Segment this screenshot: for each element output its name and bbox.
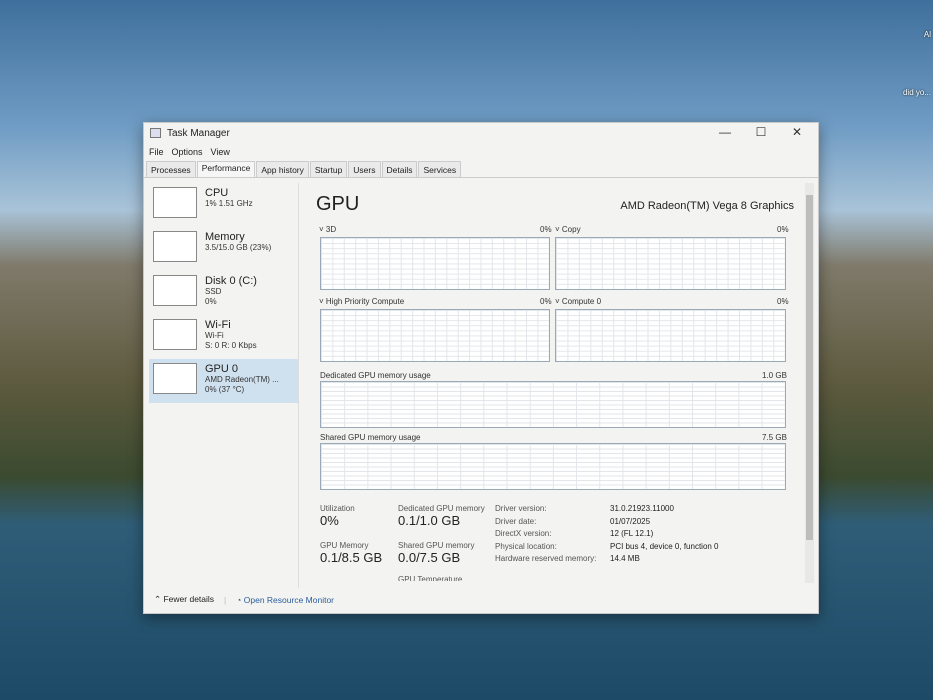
close-button[interactable]: ✕ [782,125,812,139]
stat-gpu-temperature: GPU Temperature [398,575,463,581]
stat-gpu-memory: GPU Memory 0.1/8.5 GB [320,541,383,565]
fewer-details-button[interactable]: ⌃ Fewer details [154,594,214,605]
graph-shared-memory [320,443,786,490]
scrollbar-thumb[interactable] [806,195,813,540]
maximize-button[interactable]: ☐ [746,125,776,139]
stat-utilization: Utilization 0% [320,504,355,528]
graph-dedicated-memory [320,381,786,428]
item-title: Memory [205,231,245,243]
desktop-icon[interactable]: did yo... [903,88,931,97]
graph-copy [555,237,786,290]
scrollbar[interactable] [805,183,814,583]
item-detail: 3.5/15.0 GB (23%) [205,243,272,252]
footer: ⌃ Fewer details | ◔ Open Resource Monito… [154,594,335,605]
resource-list: CPU 1% 1.51 GHz Memory 3.5/15.0 GB (23%) D… [149,183,299,588]
item-title: Wi-Fi [205,319,231,331]
item-detail: 1% 1.51 GHz [205,199,253,208]
graph-high-priority-compute [320,309,550,362]
graph-value-compute: 0% [777,297,789,306]
tab-services[interactable]: Services [418,161,462,177]
tab-details[interactable]: Details [381,161,418,177]
memory-thumbnail-graph [153,231,197,262]
tab-startup[interactable]: Startup [309,161,348,177]
stat-dedicated-memory: Dedicated GPU memory 0.1/1.0 GB [398,504,485,528]
sidebar-item-cpu[interactable]: CPU 1% 1.51 GHz [149,183,298,227]
item-title: Disk 0 (C:) [205,275,257,287]
item-detail: 0% (37 °C) [205,385,245,394]
window-title: Task Manager [167,127,230,139]
sidebar-item-wifi[interactable]: Wi-Fi Wi-Fi S: 0 R: 0 Kbps [149,315,298,359]
gpu-name: AMD Radeon(TM) Vega 8 Graphics [620,200,794,212]
app-icon [150,128,161,138]
graph-max-dedicated: 1.0 GB [762,371,787,380]
gpu-thumbnail-graph [153,363,197,394]
tab-users[interactable]: Users [348,161,381,177]
tab-processes[interactable]: Processes [146,161,196,177]
details-values: 31.0.21923.11000 01/07/2025 12 (FL 12.1) PC… [610,504,719,563]
graph-label-compute[interactable]: ˅ Compute 0 [555,297,601,306]
task-manager-window: Task Manager — ☐ ✕ File Options View Pro… [143,122,819,614]
item-title: CPU [205,187,229,199]
item-detail: SSD [205,287,222,296]
cpu-thumbnail-graph [153,187,197,218]
graph-label-3d[interactable]: ˅ 3D [319,225,336,234]
item-detail: S: 0 R: 0 Kbps [205,341,257,350]
item-detail: Wi-Fi [205,331,224,340]
wifi-thumbnail-graph [153,319,197,350]
graph-max-shared: 7.5 GB [762,433,787,442]
graph-label-dedicated: Dedicated GPU memory usage [320,371,431,380]
tab-performance[interactable]: Performance [196,161,256,177]
page-title: GPU [316,193,360,215]
graph-value-copy: 0% [777,225,789,234]
graph-label-copy[interactable]: ˅ Copy [555,225,581,234]
sidebar-item-gpu[interactable]: GPU 0 AMD Radeon(TM) ... 0% (37 °C) [149,359,298,403]
disk-thumbnail-graph [153,275,197,306]
menu-view[interactable]: View [211,147,230,157]
sidebar-item-disk[interactable]: Disk 0 (C:) SSD 0% [149,271,298,315]
item-title: GPU 0 [205,363,239,375]
sidebar-item-memory[interactable]: Memory 3.5/15.0 GB (23%) [149,227,298,271]
graph-value-hpc: 0% [540,297,552,306]
details-labels: Driver version: Driver date: DirectX versi… [495,504,597,563]
stat-shared-memory: Shared GPU memory 0.0/7.5 GB [398,541,475,565]
menu-file[interactable]: File [149,147,164,157]
item-detail: 0% [205,297,217,306]
menu-options[interactable]: Options [172,147,203,157]
graph-3d [320,237,550,290]
graph-label-shared: Shared GPU memory usage [320,433,421,442]
graph-label-hpc[interactable]: ˅ High Priority Compute [319,297,404,306]
desktop-icon[interactable]: Al [924,30,931,39]
open-resource-monitor-link[interactable]: ◔ Open Resource Monitor [236,595,334,605]
tab-app-history[interactable]: App history [256,161,309,177]
graph-value-3d: 0% [540,225,552,234]
menu-bar: File Options View [144,143,818,161]
minimize-button[interactable]: — [710,125,740,139]
graph-compute-0 [555,309,786,362]
tab-bar: Processes Performance App history Startu… [144,161,818,178]
item-detail: AMD Radeon(TM) ... [205,375,279,384]
